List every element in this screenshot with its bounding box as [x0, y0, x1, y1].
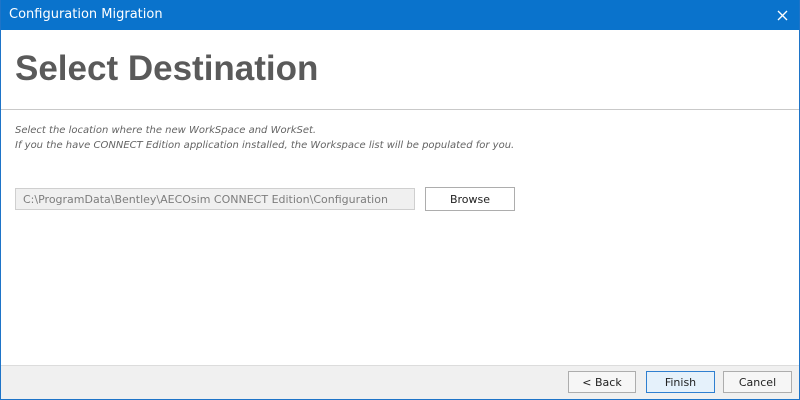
destination-path-field[interactable] [15, 188, 415, 210]
wizard-footer: < Back Finish Cancel [1, 365, 799, 399]
back-button[interactable]: < Back [568, 371, 636, 393]
instruction-line-1: Select the location where the new WorkSp… [15, 125, 317, 136]
finish-button[interactable]: Finish [646, 371, 715, 393]
wizard-header: Select Destination [1, 30, 799, 110]
configuration-migration-dialog: Configuration Migration Select Destinati… [0, 0, 800, 400]
close-icon [777, 10, 787, 20]
close-button[interactable] [765, 0, 799, 30]
instructions-text: Select the location where the new WorkSp… [15, 123, 514, 153]
instruction-line-2: If you the have CONNECT Edition applicat… [15, 140, 515, 151]
cancel-button[interactable]: Cancel [723, 371, 792, 393]
page-title: Select Destination [15, 49, 319, 88]
window-title: Configuration Migration [9, 7, 163, 22]
title-bar[interactable]: Configuration Migration [1, 0, 799, 30]
browse-button[interactable]: Browse [425, 187, 515, 211]
